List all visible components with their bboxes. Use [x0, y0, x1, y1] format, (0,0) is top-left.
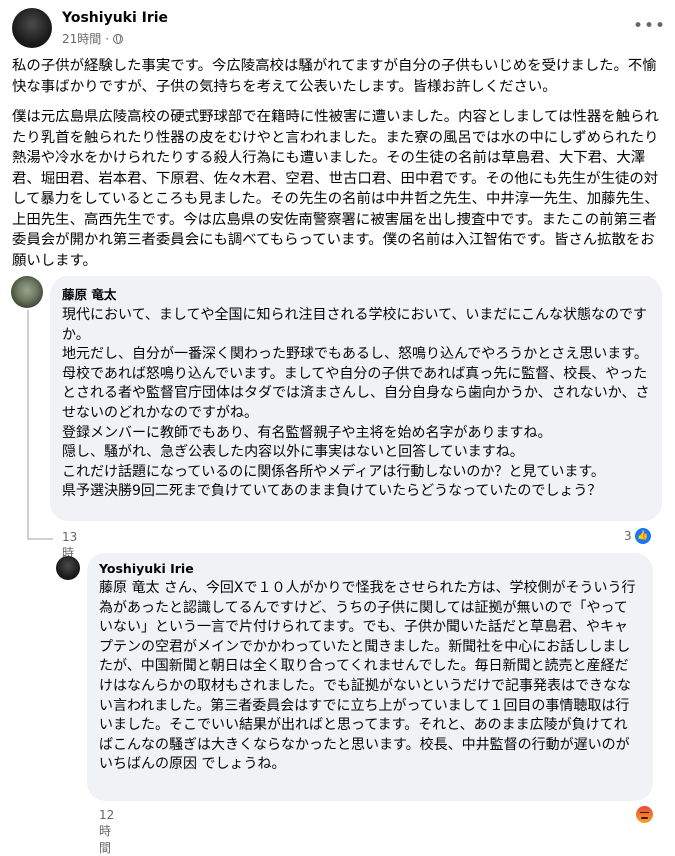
commenter-name[interactable]: Yoshiyuki Irie — [99, 561, 641, 576]
comment-time[interactable]: 12時間 — [99, 808, 114, 856]
like-icon: 👍 — [634, 528, 651, 544]
more-options-button[interactable]: ••• — [633, 14, 665, 40]
commenter-avatar[interactable] — [56, 556, 80, 580]
commenter-avatar[interactable] — [11, 276, 43, 308]
globe-icon — [113, 33, 124, 44]
thread-line — [27, 310, 29, 540]
comment-text: 現代において、ましてや全国に知られ注目される学校において、いまだにこんな状態なの… — [62, 307, 650, 500]
post-time[interactable]: 21時間 — [62, 30, 101, 47]
author-name[interactable]: Yoshiyuki Irie — [62, 10, 168, 26]
angry-icon — [636, 806, 653, 823]
post-paragraph: 私の子供が経験した事実です。今広陵高校は騒がれてますが自分の子供もいじめを受けま… — [12, 58, 657, 95]
comment-bubble: 藤原 竜太 現代において、ましてや全国に知られ注目される学校において、いまだにこ… — [50, 276, 662, 521]
comment-text: 藤原 竜太 さん、今回Xで１０人がかりで怪我をさせられた方は、学校側がそういう行… — [99, 580, 636, 773]
post-meta: 21時間 · — [62, 30, 124, 47]
author-avatar[interactable] — [12, 8, 52, 48]
comment-bubble: Yoshiyuki Irie 藤原 竜太 さん、今回Xで１０人がかりで怪我をさせ… — [87, 553, 653, 801]
thread-line-curve — [27, 538, 53, 540]
commenter-name[interactable]: 藤原 竜太 — [62, 284, 650, 303]
comment-reaction[interactable] — [636, 806, 653, 823]
post-header: Yoshiyuki Irie 21時間 · ••• — [12, 8, 665, 48]
post-body: 私の子供が経験した事実です。今広陵高校は騒がれてますが自分の子供もいじめを受けま… — [12, 56, 662, 281]
comment-reaction[interactable]: 3 👍 — [624, 528, 651, 544]
reaction-count: 3 — [624, 529, 632, 543]
post-paragraph: 僕は元広島県広陵高校の硬式野球部で在籍時に性被害に遭いました。内容としましては性… — [12, 109, 659, 269]
ellipsis-icon: ••• — [633, 16, 667, 36]
